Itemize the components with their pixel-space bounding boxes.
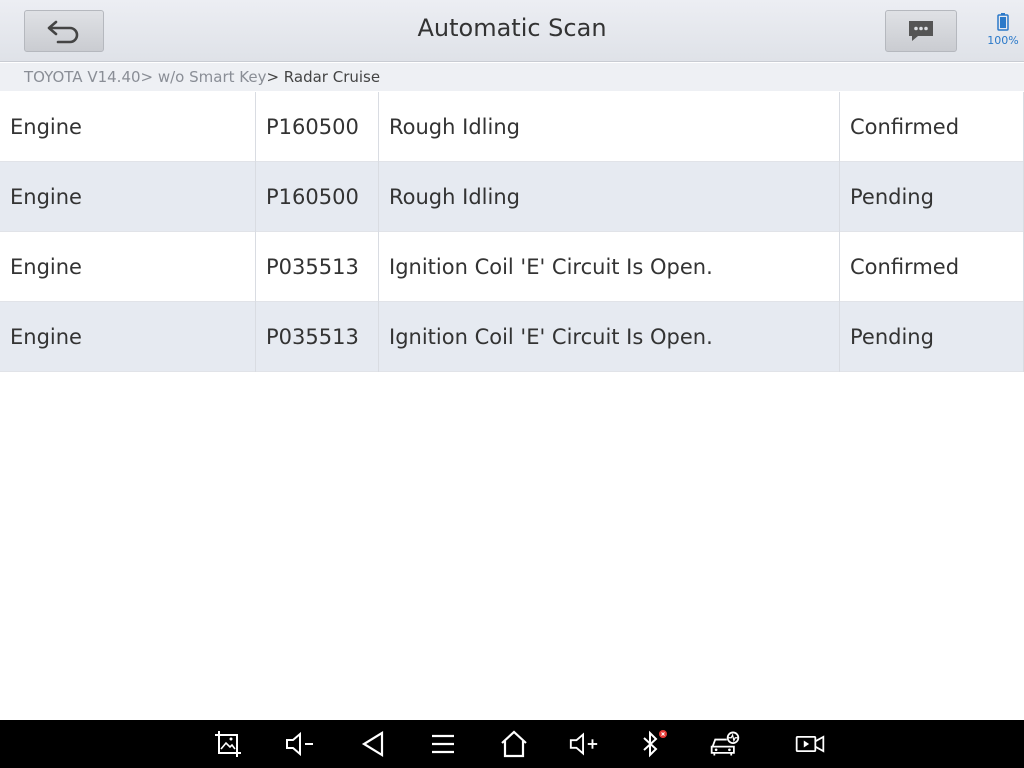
table-row[interactable]: Engine P160500 Rough Idling Pending: [0, 162, 1024, 232]
message-button[interactable]: [885, 10, 957, 52]
code-cell: P035513: [256, 232, 379, 302]
chat-bubble-icon: [909, 21, 933, 41]
system-cell: Engine: [0, 162, 256, 232]
table-row[interactable]: Engine P035513 Ignition Coil 'E' Circuit…: [0, 302, 1024, 372]
code-cell: P160500: [256, 92, 379, 162]
status-cell: Confirmed: [840, 92, 1024, 162]
page-title: Automatic Scan: [417, 14, 607, 42]
battery-icon: [997, 13, 1009, 31]
system-cell: Engine: [0, 302, 256, 372]
volume-up-icon[interactable]: [568, 728, 600, 760]
status-cell: Pending: [840, 302, 1024, 372]
screen-record-icon[interactable]: [794, 728, 826, 760]
system-cell: Engine: [0, 92, 256, 162]
code-cell: P035513: [256, 302, 379, 372]
home-icon[interactable]: [498, 728, 530, 760]
breadcrumb-current: > Radar Cruise: [266, 68, 381, 86]
code-cell: P160500: [256, 162, 379, 232]
battery-indicator: 100%: [984, 13, 1022, 47]
description-cell: Rough Idling: [379, 162, 840, 232]
table-row[interactable]: Engine P035513 Ignition Coil 'E' Circuit…: [0, 232, 1024, 302]
status-cell: Confirmed: [840, 232, 1024, 302]
battery-level: 100%: [987, 34, 1019, 47]
breadcrumb-path[interactable]: TOYOTA V14.40> w/o Smart Key: [24, 68, 266, 86]
table-row[interactable]: Engine P160500 Rough Idling Confirmed: [0, 92, 1024, 162]
description-cell: Ignition Coil 'E' Circuit Is Open.: [379, 302, 840, 372]
menu-icon[interactable]: [427, 728, 459, 760]
dtc-table: Engine P160500 Rough Idling Confirmed En…: [0, 92, 1024, 372]
car-diagnostic-icon[interactable]: [709, 728, 741, 760]
breadcrumb: TOYOTA V14.40> w/o Smart Key> Radar Crui…: [0, 63, 1024, 91]
description-cell: Rough Idling: [379, 92, 840, 162]
description-cell: Ignition Coil 'E' Circuit Is Open.: [379, 232, 840, 302]
top-bar: Automatic Scan 100%: [0, 0, 1024, 62]
system-navigation-bar: [0, 720, 1024, 768]
volume-down-icon[interactable]: [284, 728, 316, 760]
back-triangle-icon[interactable]: [357, 728, 389, 760]
screenshot-icon[interactable]: [212, 728, 244, 760]
bluetooth-icon[interactable]: [636, 728, 668, 760]
status-cell: Pending: [840, 162, 1024, 232]
system-cell: Engine: [0, 232, 256, 302]
